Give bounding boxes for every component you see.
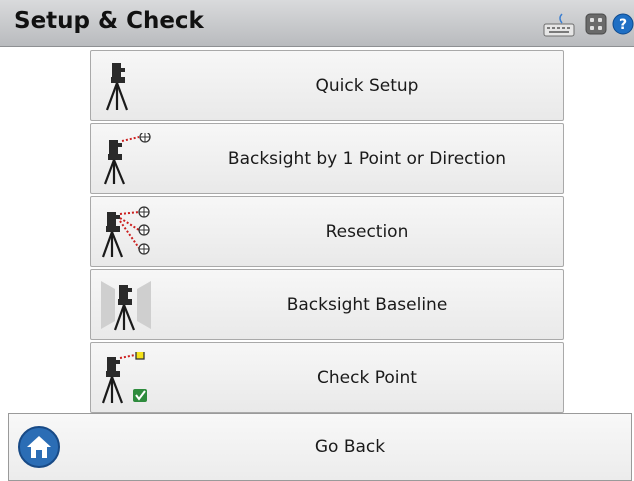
grid-panel-icon[interactable] bbox=[585, 13, 607, 35]
backsight-point-button[interactable]: Backsight by 1 Point or Direction bbox=[90, 123, 564, 194]
go-back-button[interactable]: Go Back bbox=[8, 413, 632, 481]
page-title: Setup & Check bbox=[14, 8, 204, 34]
backsight-baseline-icon bbox=[101, 281, 151, 331]
check-point-label: Check Point bbox=[317, 367, 417, 388]
resection-label: Resection bbox=[325, 221, 409, 242]
backsight-baseline-label: Backsight Baseline bbox=[286, 294, 448, 315]
svg-text:?: ? bbox=[619, 17, 627, 33]
title-bar: Setup & Check ? bbox=[0, 0, 634, 47]
resection-icon bbox=[101, 206, 150, 258]
check-point-icon bbox=[101, 352, 147, 404]
backsight-point-label: Backsight by 1 Point or Direction bbox=[227, 148, 507, 169]
backsight-baseline-button[interactable]: Backsight Baseline bbox=[90, 269, 564, 340]
tripod-icon bbox=[105, 63, 129, 111]
go-back-label: Go Back bbox=[314, 437, 386, 457]
quick-setup-label: Quick Setup bbox=[315, 75, 419, 96]
help-icon[interactable]: ? bbox=[612, 13, 634, 35]
keyboard-icon[interactable] bbox=[542, 13, 576, 37]
backsight-point-icon bbox=[103, 133, 151, 185]
setup-menu: Quick Setup Backsight by 1 Point or Dire… bbox=[90, 50, 564, 415]
resection-button[interactable]: Resection bbox=[90, 196, 564, 267]
quick-setup-button[interactable]: Quick Setup bbox=[90, 50, 564, 121]
check-point-button[interactable]: Check Point bbox=[90, 342, 564, 413]
